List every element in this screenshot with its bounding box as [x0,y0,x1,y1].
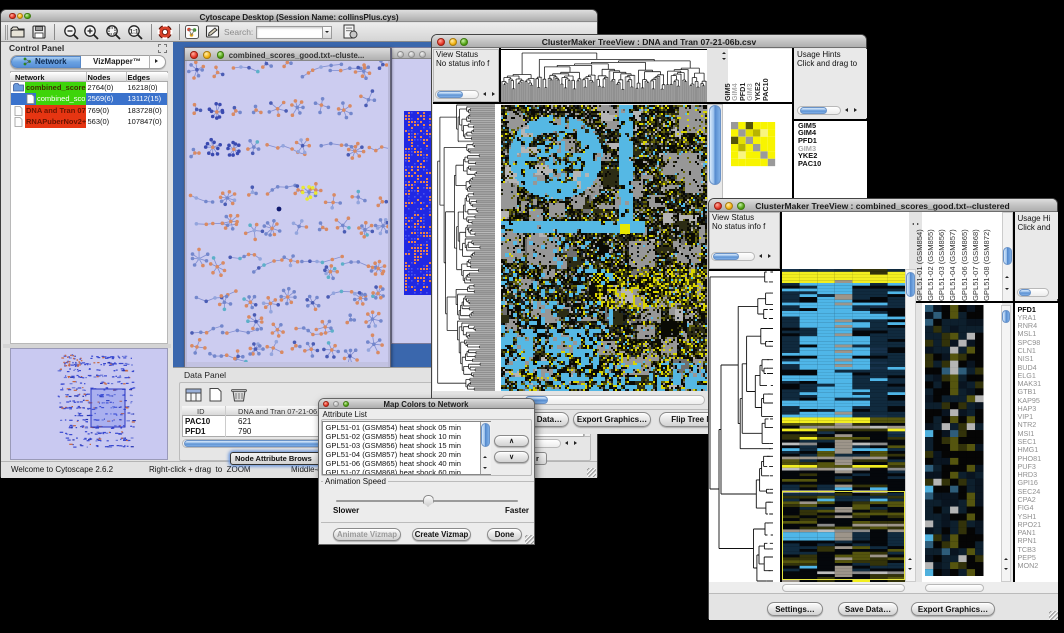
svg-text:1:1: 1:1 [130,29,139,35]
